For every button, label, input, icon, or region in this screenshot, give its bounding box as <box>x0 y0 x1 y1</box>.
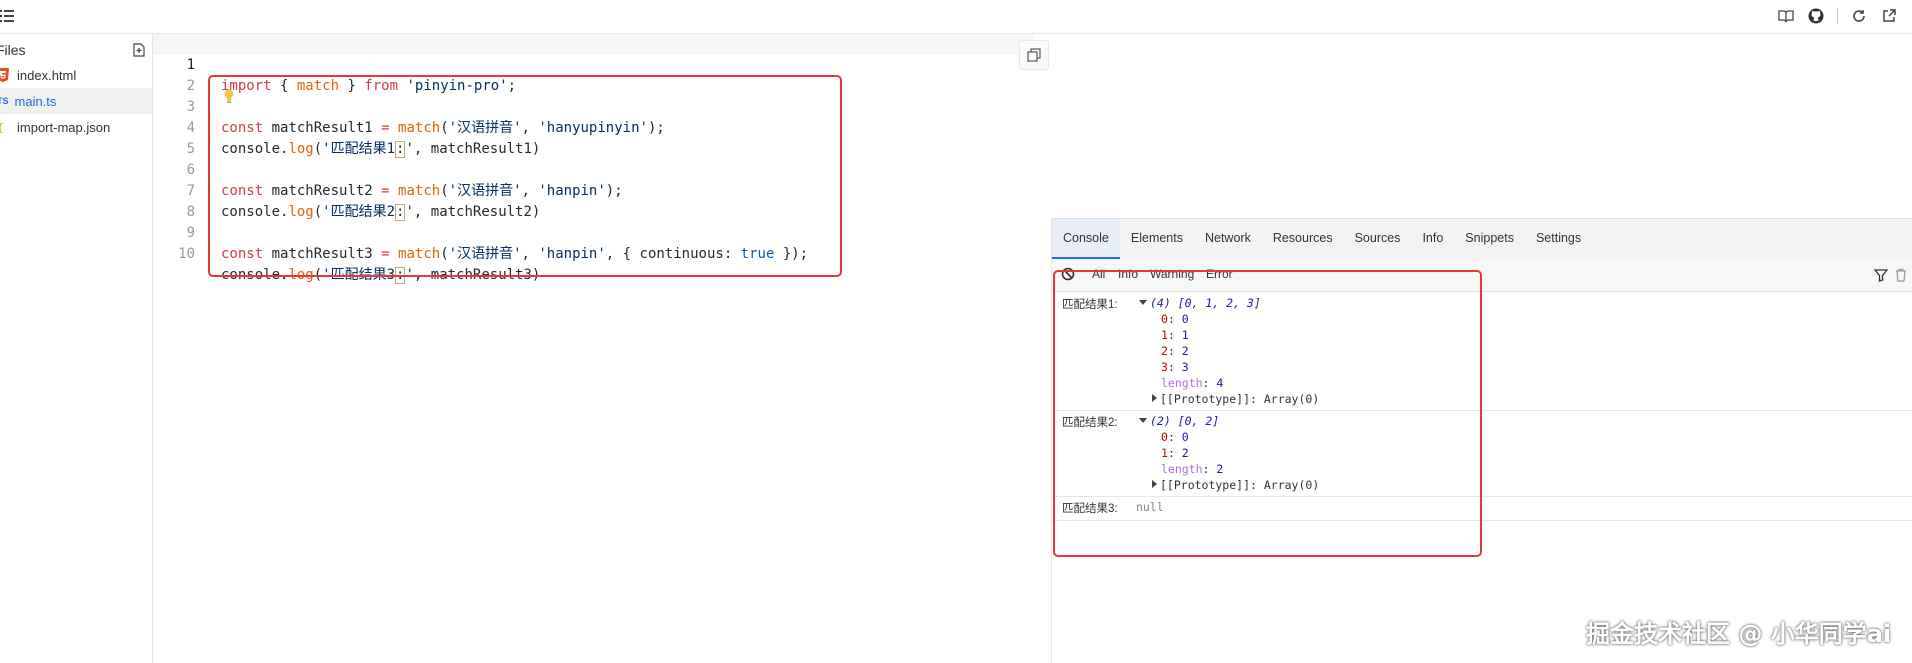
list-menu-icon[interactable] <box>0 8 16 24</box>
refresh-icon[interactable] <box>1850 7 1868 25</box>
file-item-main-ts[interactable]: TS main.ts <box>0 88 152 114</box>
explorer-header: Files <box>0 38 152 62</box>
tab-snippets[interactable]: Snippets <box>1454 219 1525 259</box>
watermark: 掘金技术社区 @ 小华同学ai <box>1586 620 1892 648</box>
line-number: 10 <box>178 246 195 262</box>
top-bar <box>0 0 1912 34</box>
book-icon[interactable] <box>1777 7 1795 25</box>
code-line-1: 1 import { match } from 'pinyin-pro'; <box>153 34 1033 94</box>
typescript-icon: TS <box>0 96 9 106</box>
file-name: index.html <box>17 67 77 83</box>
tab-resources[interactable]: Resources <box>1262 219 1344 259</box>
github-icon[interactable] <box>1807 7 1825 25</box>
file-explorer: Files index.html TS main.ts { import-map… <box>0 34 153 663</box>
devtools-tabs: Console Elements Network Resources Sourc… <box>1052 218 1912 260</box>
highlight-box-console <box>1053 270 1482 557</box>
copy-code-button[interactable] <box>1019 40 1049 70</box>
json-icon: { <box>0 121 4 134</box>
tab-console[interactable]: Console <box>1052 219 1120 259</box>
tab-sources[interactable]: Sources <box>1344 219 1412 259</box>
filter-icon[interactable] <box>1874 268 1888 282</box>
file-item-import-map-json[interactable]: { import-map.json <box>0 114 152 140</box>
tab-settings[interactable]: Settings <box>1525 219 1592 259</box>
tab-elements[interactable]: Elements <box>1120 219 1194 259</box>
code-line-2: 2 <box>153 55 1050 94</box>
file-name: main.ts <box>14 93 57 109</box>
svg-text:{: { <box>0 121 4 134</box>
copy-icon <box>1027 48 1041 62</box>
toolbar-divider <box>1837 8 1838 24</box>
file-item-index-html[interactable]: index.html <box>0 62 152 88</box>
tab-network[interactable]: Network <box>1194 219 1262 259</box>
html5-icon <box>0 68 9 82</box>
highlight-box-code <box>208 75 842 277</box>
open-external-icon[interactable] <box>1880 7 1898 25</box>
explorer-title: Files <box>0 42 26 58</box>
file-name: import-map.json <box>17 119 111 135</box>
trash-icon[interactable] <box>1895 268 1907 282</box>
add-file-icon[interactable] <box>132 43 146 57</box>
tab-info[interactable]: Info <box>1411 219 1454 259</box>
